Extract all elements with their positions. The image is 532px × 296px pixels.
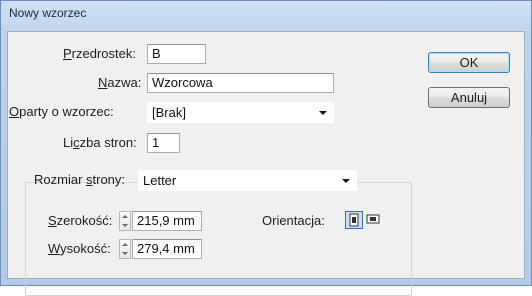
height-spinner[interactable] [119, 239, 131, 259]
prefix-input[interactable]: B [147, 44, 206, 64]
based-on-label: Oparty o wzorzec: [9, 104, 114, 119]
page-size-group [25, 182, 412, 296]
based-on-value: [Brak] [152, 105, 186, 120]
based-on-select[interactable]: [Brak] [147, 102, 334, 123]
prefix-label: Przedrostek: [63, 46, 136, 61]
landscape-orientation-icon [366, 214, 380, 224]
name-input[interactable]: Wzorcowa [147, 73, 334, 93]
window-title: Nowy wzorzec [9, 6, 87, 20]
page-size-label: Rozmiar strony: [34, 172, 126, 187]
width-label: Szerokość: [48, 213, 113, 228]
dialog-body: Przedrostek: B Nazwa: Wzorcowa Oparty o … [7, 31, 525, 296]
height-label: Wysokość: [48, 241, 111, 256]
width-spinner[interactable] [119, 211, 131, 231]
spin-down-icon[interactable] [122, 252, 128, 255]
chevron-down-icon [319, 111, 327, 115]
pages-input[interactable]: 1 [147, 133, 180, 153]
chevron-down-icon [342, 179, 350, 183]
width-input[interactable]: 215,9 mm [132, 211, 202, 231]
portrait-orientation-button[interactable] [345, 211, 363, 229]
name-label: Nazwa: [98, 75, 142, 90]
spin-up-icon[interactable] [122, 243, 128, 246]
orientation-label: Orientacja: [262, 213, 325, 228]
pages-label: Liczba stron: [63, 135, 137, 150]
height-input[interactable]: 279,4 mm [132, 239, 202, 259]
page-size-value: Letter [143, 173, 177, 188]
page-size-select[interactable]: Letter [138, 170, 357, 191]
spin-down-icon[interactable] [122, 224, 128, 227]
ok-button[interactable]: OK [428, 52, 510, 73]
cancel-button[interactable]: Anuluj [428, 87, 510, 108]
spin-up-icon[interactable] [122, 215, 128, 218]
portrait-orientation-icon [349, 213, 359, 227]
dialog-window: Nowy wzorzec Przedrostek: B Nazwa: Wzorc… [0, 0, 532, 296]
landscape-orientation-button[interactable] [365, 211, 383, 229]
